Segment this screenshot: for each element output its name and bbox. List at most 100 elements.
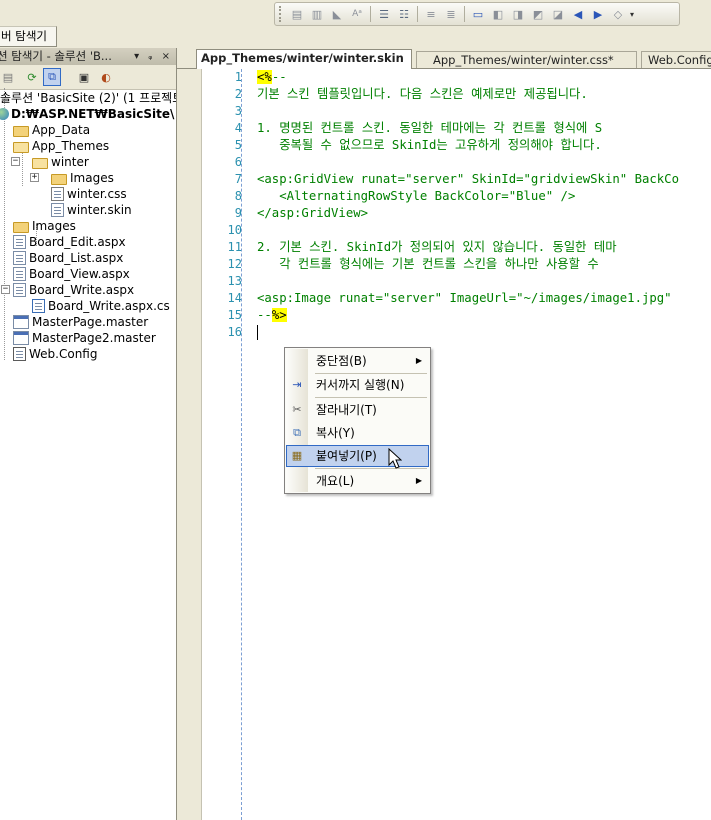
line-number: 1 [234,70,242,84]
line-number: 13 [227,274,242,288]
config-file-icon [13,347,26,361]
clear-bookmarks-icon[interactable]: ◇ [610,6,626,22]
tree-item-label: App_Data [32,123,91,137]
skin-file-icon [51,203,64,217]
code-line-15[interactable]: --%> [257,307,287,324]
font-icon[interactable]: Aᵃ [349,6,365,22]
menu-item-breakpoint[interactable]: 중단점(B) ▶ [286,350,429,372]
line-number: 9 [234,206,242,220]
tree-item-app-data[interactable]: App_Data [13,122,90,138]
tree-item-board-view[interactable]: Board_View.aspx [13,266,130,282]
tree-item-winter-skin[interactable]: winter.skin [51,202,132,218]
tab-web-config[interactable]: Web.Config [641,51,711,68]
properties-icon[interactable]: ▤ [0,69,16,85]
indent-icon[interactable]: ▥ [309,6,325,22]
prev-bookmark-icon[interactable]: ◧ [490,6,506,22]
mouse-pointer-icon [388,448,402,469]
tree-item-board-list[interactable]: Board_List.aspx [13,250,123,266]
tree-item-label: winter.css [67,187,127,201]
tree-item-masterpage[interactable]: MasterPage.master [13,314,148,330]
solution-explorer-title-bar[interactable]: 션 탐색기 - 솔루션 'B... ▾ ᵩ × [0,48,176,65]
collapse-icon[interactable]: − [11,157,20,166]
code-line-14[interactable]: <asp:Image runat="server" ImageUrl="~/im… [257,290,672,307]
tree-item-app-themes[interactable]: App_Themes [13,138,109,154]
copy-icon: ⧉ [293,426,301,439]
tree-item-masterpage2[interactable]: MasterPage2.master [13,330,156,346]
line-number: 15 [227,308,242,322]
increase-indent-icon[interactable]: ☷ [396,6,412,22]
tab-server-explorer[interactable]: 버 탐색기 [0,26,57,47]
menu-item-copy[interactable]: ⧉ 복사(Y) [286,422,429,444]
code-line-11[interactable]: 2. 기본 스킨. SkinId가 정의되어 있지 않습니다. 동일한 테마 [257,239,617,256]
expand-icon[interactable]: + [30,173,39,182]
tree-item-images[interactable]: Images [13,218,76,234]
decrease-indent-icon[interactable]: ☰ [376,6,392,22]
indicator-margin[interactable] [177,69,202,820]
prev-bookmark-doc-icon[interactable]: ◀ [570,6,586,22]
code-line-9[interactable]: </asp:GridView> [257,205,368,222]
tree-solution-node[interactable]: 솔루션 'BasicSite (2)' (1 프로젝트) [0,90,176,106]
tree-item-winter-css[interactable]: winter.css [51,186,127,202]
tab-winter-skin[interactable]: App_Themes/winter/winter.skin [196,49,412,69]
panel-window-controls[interactable]: ▾ ᵩ × [134,48,173,65]
menu-item-label: 커서까지 실행(N) [316,378,405,392]
code-line-1[interactable]: <%-- [257,69,287,86]
menu-item-outlining[interactable]: 개요(L) ▶ [286,470,429,492]
line-number: 4 [234,121,242,135]
next-bookmark-icon[interactable]: ◨ [510,6,526,22]
line-number: 8 [234,189,242,203]
bookmark-icon[interactable]: ▭ [470,6,486,22]
css-file-icon [51,187,64,201]
context-menu: 중단점(B) ▶ ⇥ 커서까지 실행(N) ✂ 잘라내기(T) ⧉ 복사(Y) … [284,347,431,494]
tree-item-label: MasterPage.master [32,315,149,329]
menu-item-cut[interactable]: ✂ 잘라내기(T) [286,399,429,421]
tab-label: Web.Config [648,53,711,67]
refresh-icon[interactable]: ⟳ [24,69,40,85]
tree-item-board-edit[interactable]: Board_Edit.aspx [13,234,126,250]
menu-item-paste[interactable]: ▦ 붙여넣기(P) [286,445,429,467]
comment-icon[interactable]: ≡ [423,6,439,22]
folder-open-icon [13,141,29,153]
aspx-file-icon [13,235,26,249]
code-line-7[interactable]: <asp:GridView runat="server" SkinId="gri… [257,171,679,188]
tree-item-label: Board_View.aspx [29,267,130,281]
tree-item-winter[interactable]: winter [32,154,89,170]
next-bookmark-folder-icon[interactable]: ◪ [550,6,566,22]
tree-item-board-write-cs[interactable]: Board_Write.aspx.cs [32,298,170,314]
tab-label: App_Themes/winter/winter.css* [433,53,614,67]
tree-item-label: Images [32,219,76,233]
toolbar-options-icon[interactable]: ▾ [630,10,634,19]
line-number: 16 [227,325,242,339]
tree-item-label: Board_List.aspx [29,251,124,265]
view-code-icon[interactable]: ▣ [76,69,92,85]
tree-item-winter-images[interactable]: Images [51,170,114,186]
tab-winter-css[interactable]: App_Themes/winter/winter.css* [416,51,637,68]
nest-related-files-icon[interactable]: ⧉ [43,68,61,86]
toolbar-grip[interactable] [279,6,284,22]
tree-item-web-config[interactable]: Web.Config [13,346,97,362]
menu-item-run-to-cursor[interactable]: ⇥ 커서까지 실행(N) [286,374,429,396]
globe-icon [0,108,9,120]
format-icon[interactable]: ▤ [289,6,305,22]
code-line-12[interactable]: 각 컨트롤 형식에는 기본 컨트롤 스킨을 하나만 사용할 수 [257,256,598,273]
folder-icon [51,173,67,185]
submenu-arrow-icon: ▶ [415,356,422,365]
view-designer-icon[interactable]: ◐ [98,69,114,85]
menu-item-label: 중단점(B) [316,354,367,368]
collapse-icon[interactable]: − [1,285,10,294]
tree-item-label: MasterPage2.master [32,331,156,345]
tree-item-board-write[interactable]: Board_Write.aspx [13,282,134,298]
code-line-4[interactable]: 1. 명명된 컨트롤 스킨. 동일한 테마에는 각 컨트롤 형식에 S [257,120,602,137]
tree-item-label: winter.skin [67,203,132,217]
toolbar-separator [370,6,371,22]
scissors-icon: ✂ [292,403,302,416]
prev-bookmark-folder-icon[interactable]: ◩ [530,6,546,22]
outdent-icon[interactable]: ◣ [329,6,345,22]
next-bookmark-doc-icon[interactable]: ▶ [590,6,606,22]
code-line-8[interactable]: <AlternatingRowStyle BackColor="Blue" /> [257,188,575,205]
code-line-5[interactable]: 중복될 수 없으므로 SkinId는 고유하게 정의해야 합니다. [257,137,602,154]
code-line-2[interactable]: 기본 스킨 템플릿입니다. 다음 스킨은 예제로만 제공됩니다. [257,86,588,103]
tree-project-node[interactable]: D:₩ASP.NET₩BasicSite\ [0,106,174,122]
uncomment-icon[interactable]: ≣ [443,6,459,22]
solution-explorer-title: 션 탐색기 - 솔루션 'B... [0,49,112,63]
